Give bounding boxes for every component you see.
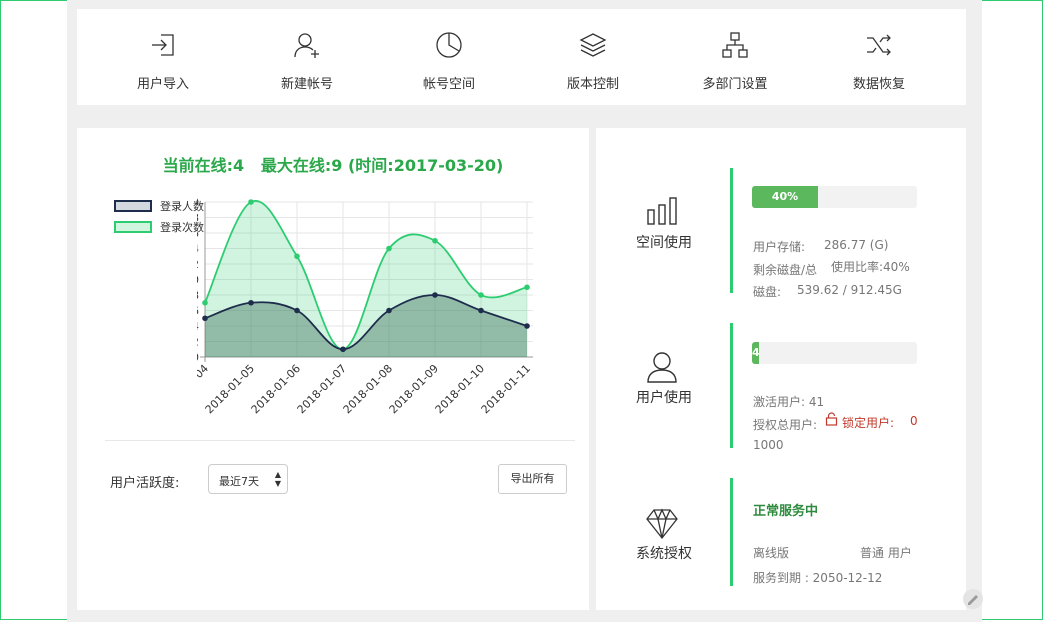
chart-title: 当前在线:4 最大在线:9 (时间:2017-03-20)	[162, 156, 504, 175]
data-point	[202, 315, 208, 322]
shuffle-icon	[867, 34, 891, 56]
y-tick-label: 20	[197, 196, 199, 209]
data-point	[386, 307, 392, 314]
y-tick-label: 10	[197, 274, 199, 287]
disk-value: 539.62 / 912.45G	[797, 283, 902, 297]
layers-icon	[579, 33, 607, 57]
section-accent-bar	[730, 168, 733, 293]
activity-label: 用户活跃度:	[110, 476, 180, 491]
lock-icon	[825, 412, 838, 426]
license-edition: 离线版	[753, 546, 790, 560]
data-point	[248, 299, 254, 306]
section-accent-bar	[730, 323, 733, 448]
chart-legend: 登录人数 登录次数	[114, 195, 204, 237]
license-user-type: 普通 用户	[860, 546, 912, 560]
data-point	[432, 237, 438, 244]
nav-multi-department-label: 多部门设置	[702, 77, 768, 92]
legend-swatch	[114, 199, 152, 212]
stats-panel: 空间使用 40% 用户存储: 286.77 (G) 剩余磁盘/总 使用比率:40…	[596, 128, 966, 610]
data-point	[386, 245, 392, 252]
storage-label: 用户存储:	[753, 240, 806, 254]
user-progress-fill: 4%	[752, 342, 759, 364]
service-status: 正常服务中	[753, 504, 819, 519]
disk-label: 剩余磁盘/总	[753, 263, 818, 277]
user-usage-title: 用户使用	[636, 390, 692, 406]
diamond-icon	[646, 508, 678, 540]
nav-new-account[interactable]: 新建帐号	[247, 9, 367, 105]
export-all-button[interactable]: 导出所有	[498, 464, 567, 494]
y-tick-label: 8	[197, 289, 199, 302]
data-point	[340, 346, 346, 353]
data-point	[478, 307, 484, 314]
data-point	[294, 253, 300, 260]
nav-account-space-label: 帐号空间	[422, 77, 475, 92]
locked-users-label: 锁定用户:	[842, 416, 895, 430]
activity-range-value: 最近7天	[219, 475, 259, 488]
licensed-users-label: 授权总用户:	[753, 418, 818, 432]
nav-account-space[interactable]: 帐号空间	[389, 9, 509, 105]
add-user-icon	[294, 33, 319, 58]
user-progress-bar: 4%	[752, 342, 917, 364]
org-chart-icon	[722, 32, 748, 58]
storage-value: 286.77 (G)	[824, 238, 889, 252]
import-icon	[152, 34, 174, 56]
y-tick-label: 18	[197, 212, 199, 225]
disk-label-2: 磁盘:	[753, 285, 782, 299]
section-accent-bar	[730, 478, 733, 586]
nav-version-control[interactable]: 版本控制	[533, 9, 653, 105]
select-arrows-icon: ▲ ▼	[274, 470, 281, 488]
data-point	[524, 284, 530, 291]
y-tick-label: 16	[197, 227, 199, 240]
activity-range-select[interactable]: 最近7天 ▲ ▼	[208, 464, 288, 494]
space-usage-title: 空间使用	[636, 235, 692, 251]
active-users: 激活用户: 41	[753, 395, 825, 409]
pie-chart-icon	[436, 32, 462, 58]
top-nav-bar: 用户导入 新建帐号 帐号空间 版本控制 多部门设置 数据恢复	[77, 9, 966, 105]
data-point	[524, 323, 530, 329]
x-tick-label: 2018-01-11	[479, 362, 533, 416]
space-progress-fill: 40%	[752, 186, 818, 208]
data-point	[202, 299, 208, 306]
legend-item-logins-users[interactable]: 登录人数	[114, 195, 204, 216]
y-tick-label: 12	[197, 258, 199, 271]
y-tick-label: 4	[197, 320, 199, 333]
data-point	[248, 199, 254, 205]
usage-ratio: 使用比率:40%	[831, 260, 910, 274]
bar-chart-icon	[647, 197, 677, 225]
data-point	[478, 292, 484, 298]
legend-swatch	[114, 220, 152, 233]
system-license-title: 系统授权	[636, 546, 692, 562]
license-expiry: 服务到期 : 2050-12-12	[753, 571, 883, 585]
user-icon	[647, 352, 677, 383]
y-tick-label: 2	[197, 336, 199, 349]
data-point	[294, 307, 300, 314]
online-chart-panel: 当前在线:4 最大在线:9 (时间:2017-03-20) 登录人数 登录次数 …	[77, 128, 589, 610]
nav-user-import-label: 用户导入	[136, 77, 189, 92]
locked-users-value: 0	[910, 414, 918, 428]
licensed-users-value: 1000	[753, 438, 784, 452]
legend-item-logins-count[interactable]: 登录次数	[114, 216, 204, 237]
login-area-chart: 024681012141618202018-01-042018-01-05201…	[197, 196, 533, 416]
y-tick-label: 0	[197, 351, 199, 364]
space-progress-bar: 40%	[752, 186, 917, 208]
nav-user-import[interactable]: 用户导入	[103, 9, 223, 105]
nav-multi-department[interactable]: 多部门设置	[675, 9, 795, 105]
nav-version-control-label: 版本控制	[566, 77, 619, 92]
y-tick-label: 14	[197, 243, 199, 256]
divider	[105, 440, 575, 441]
data-point	[432, 292, 438, 298]
y-tick-label: 6	[197, 305, 199, 318]
nav-data-recovery-label: 数据恢复	[852, 77, 905, 92]
nav-data-recovery[interactable]: 数据恢复	[819, 9, 939, 105]
edit-icon[interactable]	[962, 588, 984, 610]
nav-new-account-label: 新建帐号	[280, 77, 333, 92]
